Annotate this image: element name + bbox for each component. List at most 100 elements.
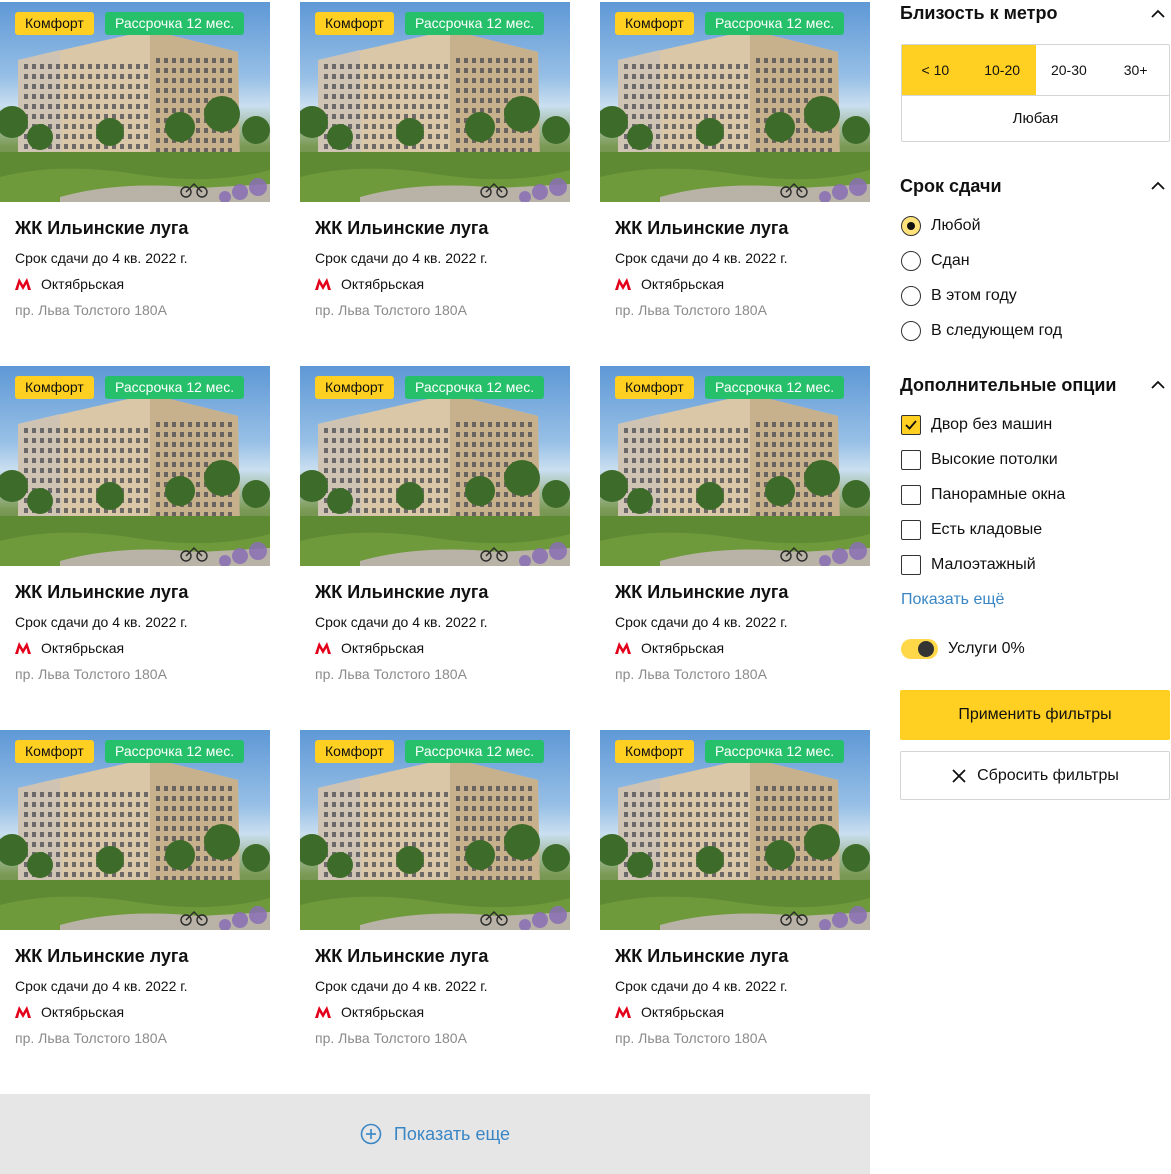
show-more-label: Показать еще: [393, 1123, 511, 1144]
listing-card[interactable]: Комфорт Рассрочка 12 мес. ЖК Ильинские л…: [0, 366, 270, 696]
listing-photo[interactable]: Комфорт Рассрочка 12 мес.: [600, 366, 870, 566]
checkbox[interactable]: [901, 520, 921, 540]
show-more-button[interactable]: Показать еще: [0, 1094, 870, 1174]
checkbox-label: Высокие потолки: [931, 451, 1058, 468]
metro-icon: [15, 1006, 31, 1018]
checkbox-label: Малоэтажный: [931, 556, 1036, 573]
metro-filter-title: Близость к метро: [900, 3, 1058, 23]
installment-badge: Рассрочка 12 мес.: [405, 740, 545, 763]
listing-title[interactable]: ЖК Ильинские луга: [615, 946, 788, 967]
metro-option[interactable]: < 10: [902, 45, 969, 95]
installment-badge: Рассрочка 12 мес.: [105, 376, 245, 399]
listing-metro: Октябрьская: [315, 1004, 424, 1020]
listing-photo[interactable]: Комфорт Рассрочка 12 мес.: [600, 2, 870, 202]
radio-circle[interactable]: [901, 251, 921, 271]
listing-title[interactable]: ЖК Ильинские луга: [15, 582, 188, 603]
listing-card[interactable]: Комфорт Рассрочка 12 мес. ЖК Ильинские л…: [600, 730, 870, 1060]
listing-photo[interactable]: Комфорт Рассрочка 12 мес.: [600, 730, 870, 930]
metro-icon: [315, 278, 331, 290]
chevron-up-icon[interactable]: [1151, 181, 1165, 190]
listing-card[interactable]: Комфорт Рассрочка 12 мес. ЖК Ильинские л…: [0, 2, 270, 332]
checkbox[interactable]: [901, 485, 921, 505]
radio-circle[interactable]: [901, 216, 921, 236]
listing-card[interactable]: Комфорт Рассрочка 12 мес. ЖК Ильинские л…: [0, 730, 270, 1060]
extra-option-checkbox[interactable]: Высокие потолки: [901, 450, 1058, 470]
metro-option[interactable]: 30+: [1102, 45, 1169, 95]
checkbox[interactable]: [901, 415, 921, 435]
metro-icon: [315, 1006, 331, 1018]
listing-card[interactable]: Комфорт Рассрочка 12 мес. ЖК Ильинские л…: [300, 2, 570, 332]
listing-deadline: Срок сдачи до 4 кв. 2022 г.: [15, 978, 188, 994]
class-badge: Комфорт: [315, 740, 394, 763]
listing-deadline: Срок сдачи до 4 кв. 2022 г.: [315, 614, 488, 630]
listing-title[interactable]: ЖК Ильинские луга: [615, 218, 788, 239]
listing-card[interactable]: Комфорт Рассрочка 12 мес. ЖК Ильинские л…: [600, 366, 870, 696]
listing-title[interactable]: ЖК Ильинские луга: [15, 218, 188, 239]
listing-photo[interactable]: Комфорт Рассрочка 12 мес.: [300, 2, 570, 202]
listing-card[interactable]: Комфорт Рассрочка 12 мес. ЖК Ильинские л…: [300, 366, 570, 696]
checkbox[interactable]: [901, 450, 921, 470]
installment-badge: Рассрочка 12 мес.: [105, 740, 245, 763]
listing-metro: Октябрьская: [15, 640, 124, 656]
extra-option-checkbox[interactable]: Малоэтажный: [901, 555, 1036, 575]
metro-option[interactable]: 10-20: [968, 45, 1036, 95]
metro-icon: [15, 642, 31, 654]
chevron-up-icon[interactable]: [1151, 9, 1165, 18]
apply-filters-button[interactable]: Применить фильтры: [900, 690, 1170, 740]
metro-icon: [15, 278, 31, 290]
deadline-radio[interactable]: Любой: [901, 216, 981, 236]
services-toggle[interactable]: [901, 639, 938, 659]
listing-card[interactable]: Комфорт Рассрочка 12 мес. ЖК Ильинские л…: [300, 730, 570, 1060]
listing-title[interactable]: ЖК Ильинские луга: [315, 582, 488, 603]
listing-metro: Октябрьская: [615, 1004, 724, 1020]
checkbox[interactable]: [901, 555, 921, 575]
listing-address: пр. Льва Толстого 180А: [15, 302, 167, 318]
class-badge: Комфорт: [615, 376, 694, 399]
metro-option-any[interactable]: Любая: [902, 95, 1169, 142]
metro-option[interactable]: 20-30: [1036, 45, 1103, 95]
listing-metro: Октябрьская: [15, 276, 124, 292]
deadline-filter-title: Срок сдачи: [900, 176, 1002, 196]
extra-option-checkbox[interactable]: Двор без машин: [901, 415, 1052, 435]
listing-address: пр. Льва Толстого 180А: [615, 302, 767, 318]
listing-metro: Октябрьская: [615, 276, 724, 292]
installment-badge: Рассрочка 12 мес.: [705, 740, 845, 763]
listing-address: пр. Льва Толстого 180А: [15, 1030, 167, 1046]
toggle-knob: [918, 641, 934, 657]
class-badge: Комфорт: [15, 376, 94, 399]
metro-distance-selector: < 10 10-20 20-30 30+ Любая: [901, 44, 1170, 142]
listing-title[interactable]: ЖК Ильинские луга: [315, 218, 488, 239]
plus-circle-icon: [360, 1123, 382, 1145]
listing-title[interactable]: ЖК Ильинские луга: [15, 946, 188, 967]
listing-deadline: Срок сдачи до 4 кв. 2022 г.: [15, 250, 188, 266]
listing-photo[interactable]: Комфорт Рассрочка 12 мес.: [0, 730, 270, 930]
radio-label: В следующем год: [931, 322, 1063, 339]
chevron-up-icon[interactable]: [1151, 380, 1165, 389]
listing-deadline: Срок сдачи до 4 кв. 2022 г.: [315, 250, 488, 266]
listing-title[interactable]: ЖК Ильинские луга: [315, 946, 488, 967]
listing-title[interactable]: ЖК Ильинские луга: [615, 582, 788, 603]
deadline-radio[interactable]: В этом году: [901, 286, 1017, 306]
deadline-radio[interactable]: Сдан: [901, 251, 970, 271]
installment-badge: Рассрочка 12 мес.: [405, 376, 545, 399]
listing-address: пр. Льва Толстого 180А: [315, 1030, 467, 1046]
reset-filters-button[interactable]: Сбросить фильтры: [900, 751, 1170, 800]
show-more-options-link[interactable]: Показать ещё: [901, 591, 1004, 609]
radio-circle[interactable]: [901, 286, 921, 306]
listing-photo[interactable]: Комфорт Рассрочка 12 мес.: [0, 366, 270, 566]
metro-station: Октябрьская: [341, 1004, 425, 1020]
extra-option-checkbox[interactable]: Панорамные окна: [901, 485, 1065, 505]
listing-photo[interactable]: Комфорт Рассрочка 12 мес.: [300, 366, 570, 566]
class-badge: Комфорт: [615, 12, 694, 35]
extra-option-checkbox[interactable]: Есть кладовые: [901, 520, 1042, 540]
services-toggle-row[interactable]: Услуги 0%: [901, 639, 1025, 659]
metro-icon: [615, 642, 631, 654]
listing-photo[interactable]: Комфорт Рассрочка 12 мес.: [0, 2, 270, 202]
radio-circle[interactable]: [901, 321, 921, 341]
deadline-radio[interactable]: В следующем год: [901, 321, 1062, 341]
listing-card[interactable]: Комфорт Рассрочка 12 мес. ЖК Ильинские л…: [600, 2, 870, 332]
metro-station: Октябрьская: [41, 276, 125, 292]
class-badge: Комфорт: [15, 12, 94, 35]
listing-photo[interactable]: Комфорт Рассрочка 12 мес.: [300, 730, 570, 930]
extra-options-title: Дополнительные опции: [900, 375, 1117, 395]
